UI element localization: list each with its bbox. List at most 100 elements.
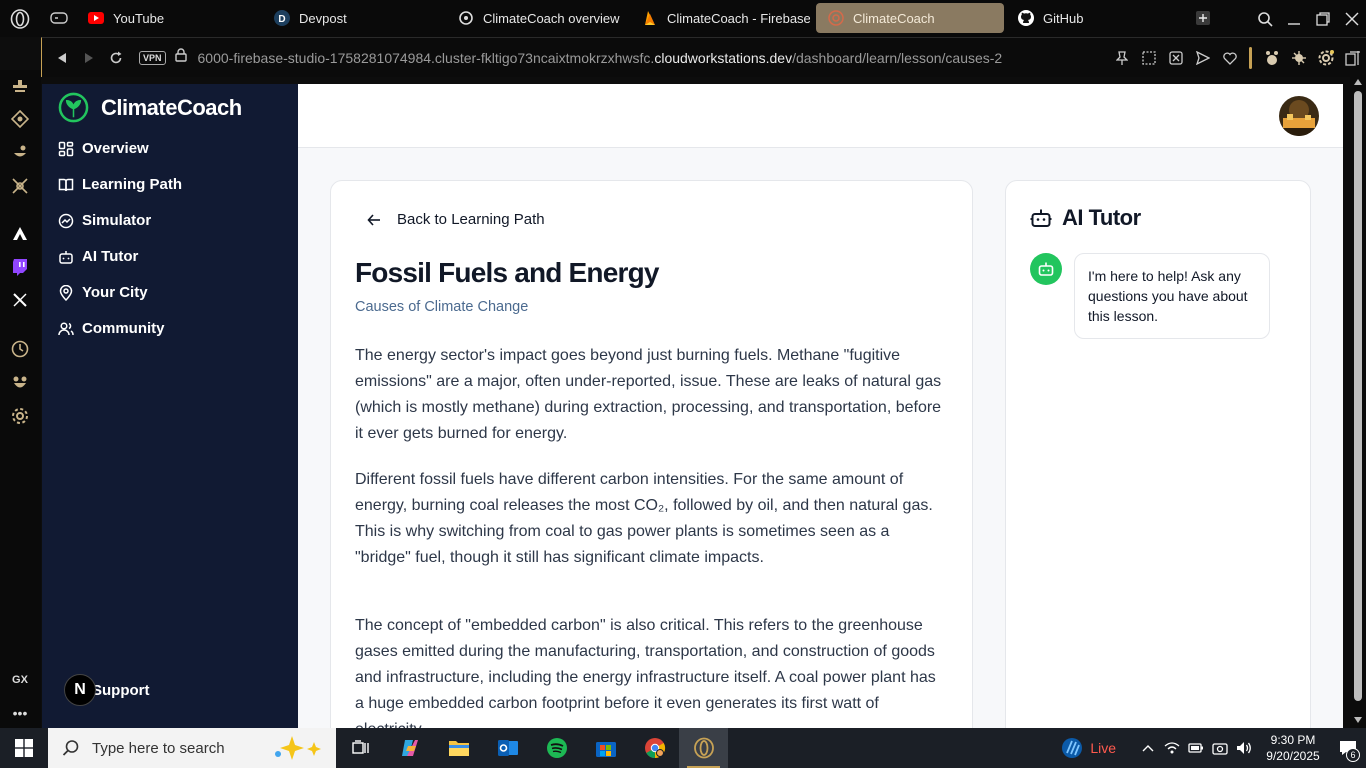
taskbar-search[interactable]: Type here to search [48, 728, 336, 768]
network-icon[interactable] [1160, 741, 1184, 755]
clock-time: 9:30 PM [1270, 733, 1316, 747]
forward-icon[interactable] [75, 38, 102, 78]
new-tab-button[interactable] [1190, 3, 1216, 33]
chrome-icon[interactable] [630, 728, 679, 768]
x-twitter-icon[interactable] [10, 290, 30, 310]
search-tabs-icon[interactable] [1250, 0, 1279, 37]
chevron-up-icon[interactable] [1136, 744, 1160, 752]
back-icon[interactable] [48, 38, 75, 78]
github-icon [1018, 10, 1034, 26]
camera-icon[interactable] [1208, 741, 1232, 755]
opera-gx-logo-icon[interactable] [0, 0, 40, 37]
minimize-icon[interactable] [1279, 0, 1308, 37]
ai-tutor-heading: AI Tutor [1030, 205, 1141, 231]
limiter-icon[interactable] [10, 339, 30, 359]
settings-gear-icon[interactable] [10, 406, 30, 426]
send-icon[interactable] [1189, 38, 1216, 78]
reload-icon[interactable] [102, 38, 129, 78]
snapshot-icon[interactable] [1135, 38, 1162, 78]
sidebar-item-community[interactable]: Community [58, 320, 165, 337]
tab-climatecoach-active[interactable]: ClimateCoach [816, 3, 1004, 33]
microsoft-store-icon[interactable] [581, 728, 630, 768]
tab-devpost[interactable]: D Devpost [262, 3, 442, 33]
close-window-icon[interactable] [1337, 0, 1366, 37]
ext-splash-icon[interactable] [1285, 38, 1312, 78]
easy-setup-icon[interactable] [1339, 38, 1366, 78]
pin-icon[interactable] [1108, 38, 1135, 78]
lesson-paragraph: Different fossil fuels have different ca… [355, 471, 933, 566]
windows-start-icon[interactable] [0, 728, 48, 768]
live-label: Live [1090, 740, 1116, 756]
lock-icon[interactable] [174, 48, 189, 67]
scroll-down-icon[interactable] [1354, 717, 1362, 723]
live-widget[interactable]: Live [1060, 737, 1116, 759]
url-field[interactable]: 6000-firebase-studio-1758281074984.clust… [198, 50, 1003, 66]
music-player-icon[interactable] [10, 142, 30, 162]
tab-label: YouTube [113, 10, 165, 26]
taskbar-clock[interactable]: 9:30 PM 9/20/2025 [1256, 732, 1330, 764]
avatar[interactable] [1279, 96, 1319, 136]
copilot-icon[interactable] [385, 728, 434, 768]
aria-icon[interactable] [10, 224, 30, 244]
sidebar-item-simulator[interactable]: Simulator [58, 212, 151, 229]
climatecoach-logo-icon [58, 92, 89, 123]
tab-climatecoach-firebase[interactable]: ClimateCoach - Firebase [630, 3, 810, 33]
simulator-icon [58, 213, 74, 228]
opera-gx-taskbar-icon[interactable] [679, 728, 728, 768]
lesson-paragraph: The energy sector's impact goes beyond j… [355, 347, 942, 442]
brand-name: ClimateCoach [101, 94, 242, 120]
brand[interactable]: ClimateCoach [58, 92, 242, 123]
ai-tutor-title: AI Tutor [1062, 205, 1141, 230]
gamepad-icon[interactable] [44, 3, 74, 33]
adblock-icon[interactable] [1162, 38, 1189, 78]
notifications-icon[interactable]: 6 [1330, 728, 1366, 768]
tab-youtube[interactable]: YouTube [76, 3, 256, 33]
map-pin-icon [59, 284, 73, 301]
book-icon [58, 178, 74, 191]
outlook-icon[interactable] [483, 728, 532, 768]
support-link[interactable]: N Support [64, 674, 150, 706]
news-icon[interactable] [10, 109, 30, 129]
gx-control-label[interactable]: GX [10, 670, 30, 690]
scroll-up-icon[interactable] [1354, 79, 1362, 85]
tab-climatecoach-overview[interactable]: ClimateCoach overview [446, 3, 626, 33]
ext-cat-icon[interactable] [1258, 38, 1285, 78]
tab-label: GitHub [1043, 10, 1084, 26]
sidebar-item-learning-path[interactable]: Learning Path [58, 176, 182, 193]
spotify-icon[interactable] [532, 728, 581, 768]
tab-label: Devpost [299, 10, 347, 26]
system-tray: Live 9:30 PM 9/20/2025 6 [1060, 728, 1366, 768]
sidebar-item-label: Your City [82, 284, 148, 301]
twitch-icon[interactable] [10, 257, 30, 277]
extensions-icon[interactable] [10, 373, 30, 393]
heart-icon[interactable] [1216, 38, 1243, 78]
gaming-corner-icon[interactable] [10, 76, 30, 96]
toolbar-divider [1249, 47, 1252, 69]
gx-mods-icon[interactable] [10, 176, 30, 196]
lesson-card: Back to Learning Path Fossil Fuels and E… [330, 180, 973, 728]
nextjs-badge-icon[interactable]: N [64, 674, 96, 706]
scrollbar-thumb[interactable] [1354, 91, 1362, 701]
firebase-icon [642, 10, 658, 26]
users-icon [58, 321, 74, 335]
battery-icon[interactable] [1184, 742, 1208, 754]
sidebar-item-your-city[interactable]: Your City [58, 284, 148, 301]
volume-icon[interactable] [1232, 741, 1256, 755]
page-scrollbar[interactable] [1350, 77, 1366, 728]
lesson-title: Fossil Fuels and Energy [355, 257, 659, 288]
task-view-icon[interactable] [336, 728, 385, 768]
back-to-learning-path-link[interactable]: Back to Learning Path [367, 211, 545, 228]
restore-icon[interactable] [1308, 0, 1337, 37]
sidebar-item-ai-tutor[interactable]: AI Tutor [58, 248, 138, 265]
sidebar-item-overview[interactable]: Overview [58, 140, 149, 157]
ext-gear-icon[interactable] [1312, 38, 1339, 78]
opera-sidebar: GX ••• [0, 70, 41, 728]
tab-label: ClimateCoach - Firebase [667, 10, 810, 26]
app-sidebar: ClimateCoach Overview Learning Path Simu… [42, 84, 298, 728]
file-explorer-icon[interactable] [434, 728, 483, 768]
more-options-icon[interactable]: ••• [10, 703, 30, 723]
tab-github[interactable]: GitHub [1006, 3, 1186, 33]
cricket-live-icon [1062, 738, 1083, 758]
tutor-bot-avatar [1030, 253, 1062, 285]
vpn-badge[interactable]: VPN [139, 50, 166, 65]
